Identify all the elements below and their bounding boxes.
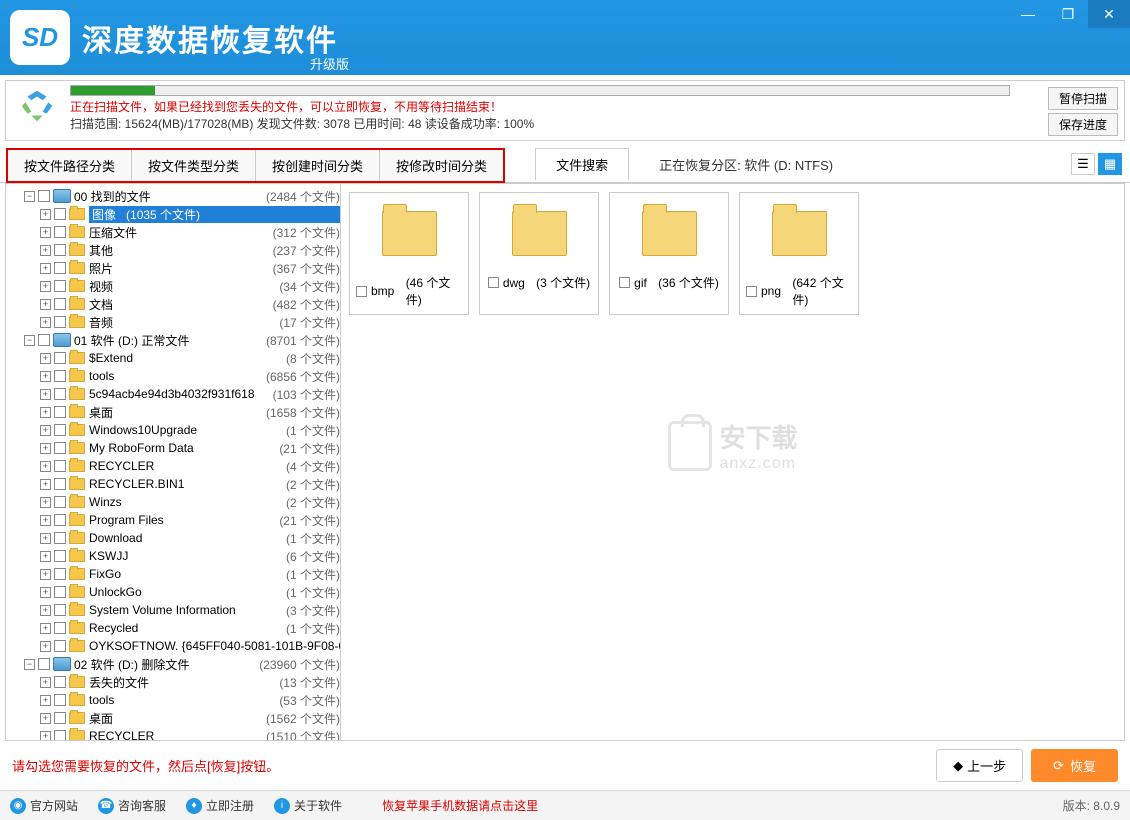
tree-item[interactable]: +丢失的文件(13 个文件): [6, 673, 340, 691]
scan-status-text: 正在扫描文件，如果已经找到您丢失的文件，可以立即恢复，不用等待扫描结束！: [70, 98, 1040, 115]
tree-node-found[interactable]: −00 找到的文件(2484 个文件): [6, 187, 340, 205]
tree-item[interactable]: +桌面(1658 个文件): [6, 403, 340, 421]
checkbox[interactable]: [619, 277, 630, 288]
scan-status-bar: 正在扫描文件，如果已经找到您丢失的文件，可以立即恢复，不用等待扫描结束！ 扫描范…: [5, 80, 1125, 141]
folder-png[interactable]: png (642 个文件): [739, 192, 859, 315]
tree-item[interactable]: +Recycled(1 个文件): [6, 619, 340, 637]
tree-node-archives[interactable]: +压缩文件(312 个文件): [6, 223, 340, 241]
tree-item[interactable]: +My RoboForm Data(21 个文件): [6, 439, 340, 457]
folder-icon: [512, 211, 567, 256]
tree-item[interactable]: +Windows10Upgrade(1 个文件): [6, 421, 340, 439]
folder-icon: [772, 211, 827, 256]
tree-node-audio[interactable]: +音频(17 个文件): [6, 313, 340, 331]
recover-button[interactable]: ⟳恢复: [1031, 749, 1118, 782]
folder-icon: [642, 211, 697, 256]
tab-row: 按文件路径分类 按文件类型分类 按创建时间分类 按修改时间分类 文件搜索 正在恢…: [0, 146, 1130, 183]
save-progress-button[interactable]: 保存进度: [1048, 113, 1118, 136]
previous-button[interactable]: ◆上一步: [936, 749, 1023, 782]
tree-node-video[interactable]: +视频(34 个文件): [6, 277, 340, 295]
tab-file-search[interactable]: 文件搜索: [535, 148, 629, 180]
scan-stats-text: 扫描范围: 15624(MB)/177028(MB) 发现文件数: 3078 已…: [70, 115, 1040, 132]
hint-row: 请勾选您需要恢复的文件，然后点[恢复]按钮。 ◆上一步 ⟳恢复: [0, 741, 1130, 790]
tree-item[interactable]: +OYKSOFTNOW. {645FF040-5081-101B-9F08-00…: [6, 637, 340, 655]
scan-progress-bar: [70, 85, 1010, 96]
tree-item[interactable]: +FixGo(1 个文件): [6, 565, 340, 583]
tab-by-modified[interactable]: 按修改时间分类: [380, 150, 503, 181]
tree-item[interactable]: +$Extend(8 个文件): [6, 349, 340, 367]
tree-item[interactable]: +桌面(1562 个文件): [6, 709, 340, 727]
info-icon: i: [274, 798, 290, 814]
lock-icon: [667, 421, 711, 471]
folder-bmp[interactable]: bmp (46 个文件): [349, 192, 469, 315]
support-link[interactable]: ☎咨询客服: [98, 797, 166, 814]
tree-node-other[interactable]: +其他(237 个文件): [6, 241, 340, 259]
folder-icon: [382, 211, 437, 256]
watermark: 安下载 anxz.com: [667, 418, 797, 473]
headset-icon: ☎: [98, 798, 114, 814]
register-link[interactable]: ♦立即注册: [186, 797, 254, 814]
tab-by-created[interactable]: 按创建时间分类: [256, 150, 380, 181]
refresh-icon: ⟳: [1053, 758, 1064, 774]
official-site-link[interactable]: ◉官方网站: [10, 797, 78, 814]
globe-icon: ◉: [10, 798, 26, 814]
file-tree[interactable]: −00 找到的文件(2484 个文件) +图像 (1035 个文件) +压缩文件…: [6, 184, 341, 740]
content-area: −00 找到的文件(2484 个文件) +图像 (1035 个文件) +压缩文件…: [5, 183, 1125, 741]
view-list-button[interactable]: ☰: [1071, 153, 1095, 175]
tree-item[interactable]: +Winzs(2 个文件): [6, 493, 340, 511]
tree-item[interactable]: +tools(6856 个文件): [6, 367, 340, 385]
tree-item[interactable]: +Program Files(21 个文件): [6, 511, 340, 529]
tree-item[interactable]: +tools(53 个文件): [6, 691, 340, 709]
recycle-icon: [12, 85, 62, 127]
checkbox[interactable]: [488, 277, 499, 288]
iphone-recover-link[interactable]: 恢复苹果手机数据请点击这里: [382, 797, 538, 814]
tree-item[interactable]: +5c94acb4e94d3b4032f931f618(103 个文件): [6, 385, 340, 403]
tab-by-path[interactable]: 按文件路径分类: [8, 150, 132, 181]
tree-item[interactable]: +RECYCLER.BIN1(2 个文件): [6, 475, 340, 493]
folder-dwg[interactable]: dwg (3 个文件): [479, 192, 599, 315]
user-icon: ♦: [186, 798, 202, 814]
recovering-partition-label: 正在恢复分区: 软件 (D: NTFS): [659, 155, 833, 174]
scan-info: 正在扫描文件，如果已经找到您丢失的文件，可以立即恢复，不用等待扫描结束！ 扫描范…: [70, 85, 1040, 132]
window-controls: — ❐ ✕: [1008, 0, 1130, 28]
tree-node-images[interactable]: +图像 (1035 个文件): [6, 205, 340, 223]
maximize-button[interactable]: ❐: [1048, 0, 1088, 28]
about-link[interactable]: i关于软件: [274, 797, 342, 814]
app-logo: SD: [10, 10, 70, 65]
titlebar: SD 深度数据恢复软件 升级版 — ❐ ✕: [0, 0, 1130, 75]
tree-node-normal[interactable]: −01 软件 (D:) 正常文件(8701 个文件): [6, 331, 340, 349]
app-title: 深度数据恢复软件: [82, 16, 338, 60]
tree-item[interactable]: +System Volume Information(3 个文件): [6, 601, 340, 619]
folder-gif[interactable]: gif (36 个文件): [609, 192, 729, 315]
pause-scan-button[interactable]: 暂停扫描: [1048, 87, 1118, 110]
minimize-button[interactable]: —: [1008, 0, 1048, 28]
view-grid-button[interactable]: ▦: [1098, 153, 1122, 175]
classification-tabs: 按文件路径分类 按文件类型分类 按创建时间分类 按修改时间分类: [6, 148, 505, 183]
tree-node-docs[interactable]: +文档(482 个文件): [6, 295, 340, 313]
tree-item[interactable]: +Download(1 个文件): [6, 529, 340, 547]
tree-item[interactable]: +UnlockGo(1 个文件): [6, 583, 340, 601]
checkbox[interactable]: [356, 286, 367, 297]
tree-node-deleted[interactable]: −02 软件 (D:) 删除文件(23960 个文件): [6, 655, 340, 673]
footer: ◉官方网站 ☎咨询客服 ♦立即注册 i关于软件 恢复苹果手机数据请点击这里 版本…: [0, 790, 1130, 820]
checkbox[interactable]: [746, 286, 757, 297]
tab-by-type[interactable]: 按文件类型分类: [132, 150, 256, 181]
tree-node-photos[interactable]: +照片(367 个文件): [6, 259, 340, 277]
version-label: 版本: 8.0.9: [1063, 797, 1120, 814]
logo-text: SD: [22, 22, 58, 53]
close-button[interactable]: ✕: [1088, 0, 1130, 28]
file-grid: bmp (46 个文件) dwg (3 个文件) gif (36 个文件) pn…: [341, 184, 1124, 740]
tree-item[interactable]: +RECYCLER(4 个文件): [6, 457, 340, 475]
hint-text: 请勾选您需要恢复的文件，然后点[恢复]按钮。: [12, 756, 279, 775]
arrow-left-icon: ◆: [953, 758, 963, 774]
upgrade-badge: 升级版: [310, 54, 349, 73]
tree-item[interactable]: +RECYCLER(1510 个文件): [6, 727, 340, 740]
tree-item[interactable]: +KSWJJ(6 个文件): [6, 547, 340, 565]
